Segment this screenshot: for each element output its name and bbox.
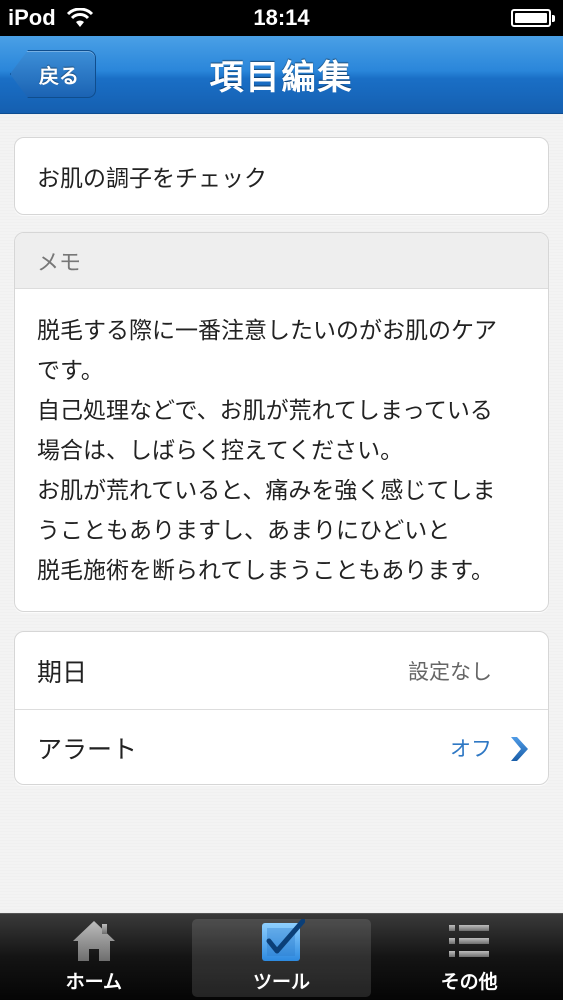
tab-label: その他 — [440, 971, 498, 993]
alert-value: オフ — [450, 737, 492, 761]
back-button[interactable]: 戻る — [10, 50, 96, 98]
item-title-field[interactable]: お肌の調子をチェック — [14, 137, 549, 215]
memo-line: です。 — [37, 358, 104, 384]
tab-tools[interactable]: ツール — [188, 914, 376, 1000]
item-title-text: お肌の調子をチェック — [37, 166, 267, 192]
nav-bar: 戻る 項目編集 — [0, 36, 563, 114]
memo-line: 脱毛する際に一番注意したいのがお肌のケア — [37, 318, 497, 344]
home-icon — [72, 921, 115, 961]
tab-label: ホーム — [65, 971, 123, 993]
status-left: iPod — [8, 5, 94, 31]
due-date-row[interactable]: 期日 設定なし — [15, 632, 548, 709]
status-bar: iPod 18:14 — [0, 0, 563, 36]
tab-label: ツール — [253, 971, 311, 993]
memo-card[interactable]: メモ 脱毛する際に一番注意したいのがお肌のケア です。 自己処理などで、お肌が荒… — [14, 232, 549, 612]
memo-line: うこともありますし、あまりにひどいと — [37, 518, 451, 544]
memo-line: 場合は、しばらく控えてください。 — [37, 438, 404, 464]
tab-home[interactable]: ホーム — [0, 914, 188, 1000]
settings-card: 期日 設定なし アラート オフ — [14, 631, 549, 785]
alert-row[interactable]: アラート オフ — [15, 709, 548, 784]
tab-bar: ホーム ツール その他 — [0, 913, 563, 1000]
due-date-label: 期日 — [37, 657, 88, 687]
memo-body[interactable]: 脱毛する際に一番注意したいのがお肌のケア です。 自己処理などで、お肌が荒れてし… — [15, 289, 548, 591]
chevron-right-icon — [511, 737, 528, 761]
alert-label: アラート — [37, 735, 138, 764]
list-icon — [449, 925, 490, 957]
due-date-value: 設定なし — [408, 659, 492, 684]
memo-line: 脱毛施術を断られてしまうこともあります。 — [37, 558, 495, 584]
wifi-icon — [66, 8, 93, 27]
carrier-label: iPod — [8, 5, 56, 30]
checkbox-icon — [261, 919, 305, 961]
memo-line: お肌が荒れていると、痛みを強く感じてしま — [37, 478, 496, 504]
battery-icon — [511, 9, 555, 27]
tab-others[interactable]: その他 — [375, 914, 563, 1000]
memo-line: 自己処理などで、お肌が荒れてしまっている — [37, 398, 493, 424]
battery-fill — [515, 13, 547, 23]
page-title: 項目編集 — [209, 58, 354, 98]
memo-header: メモ — [15, 233, 548, 289]
